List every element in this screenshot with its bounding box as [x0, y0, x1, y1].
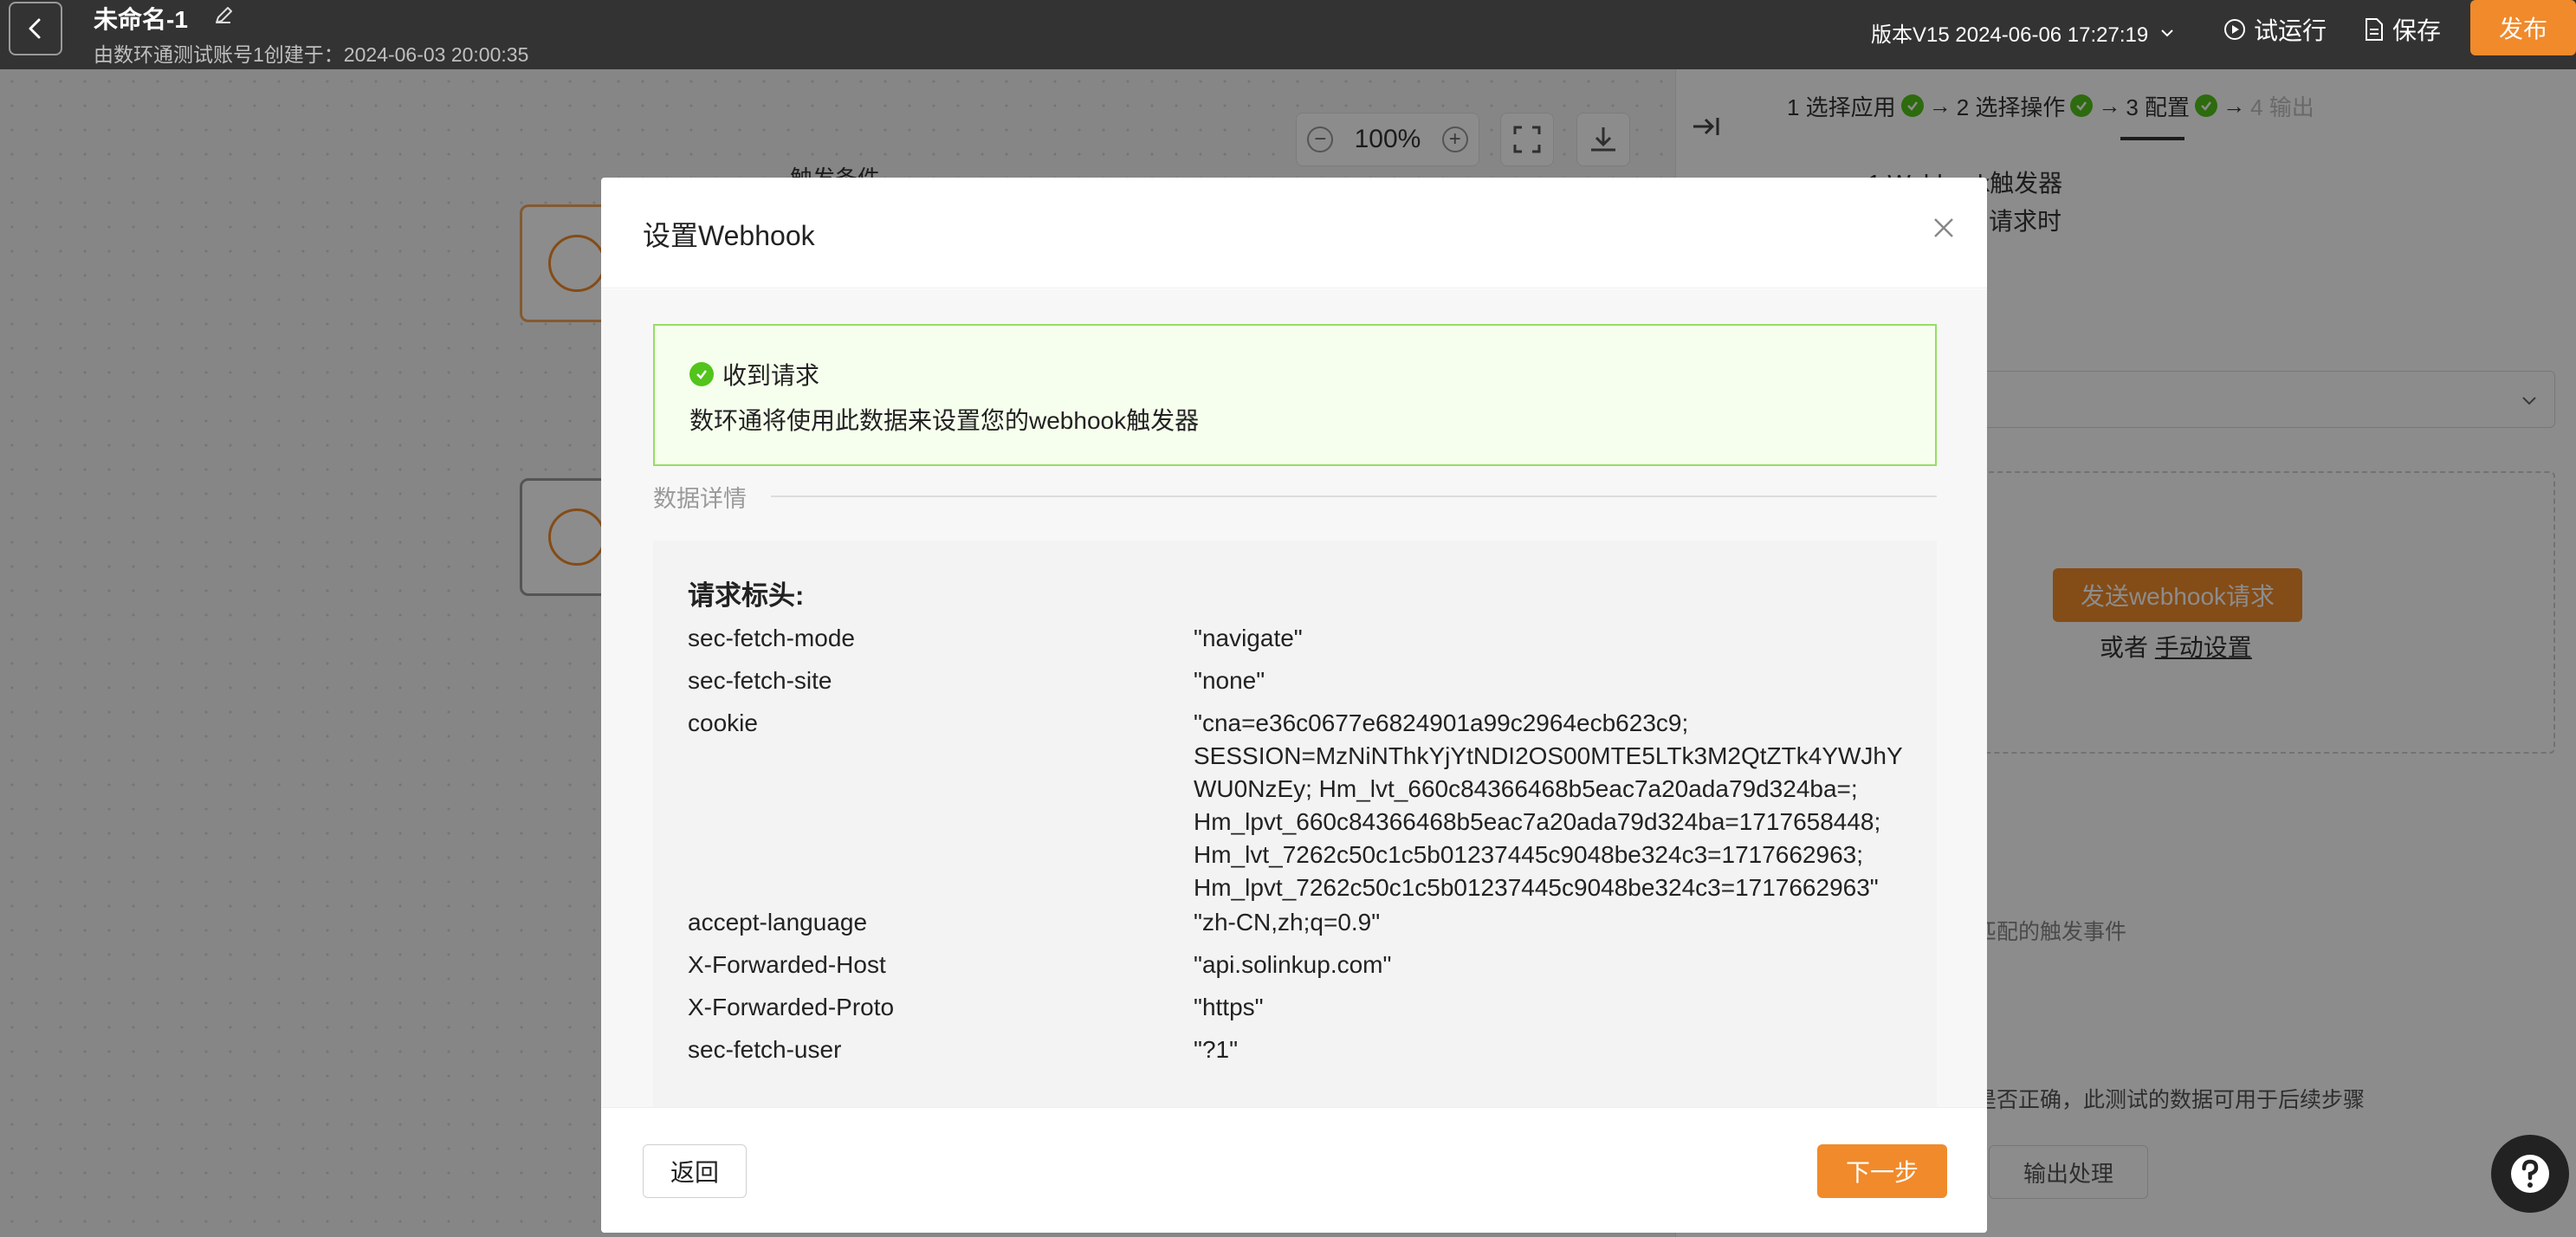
modal-body: 收到请求 数环通将使用此数据来设置您的webhook触发器 数据详情 请求标头:…: [601, 289, 1987, 1107]
header-value: "?1": [1194, 1036, 1239, 1063]
test-run-button[interactable]: 试运行: [2223, 12, 2327, 47]
save-button[interactable]: 保存: [2363, 12, 2441, 47]
header-value: "zh-CN,zh;q=0.9": [1194, 909, 1381, 936]
close-icon[interactable]: [1928, 212, 1959, 243]
header-value: "none": [1194, 667, 1265, 694]
header-key: sec-fetch-mode: [688, 625, 855, 651]
check-circle-icon: [689, 362, 714, 386]
back-button[interactable]: 返回: [643, 1144, 747, 1198]
help-button[interactable]: [2491, 1135, 2569, 1213]
data-details-label: 数据详情: [653, 480, 767, 514]
modal-header: 设置Webhook: [601, 178, 1987, 288]
success-title: 收到请求: [722, 362, 820, 389]
success-alert: 收到请求 数环通将使用此数据来设置您的webhook触发器: [653, 324, 1937, 466]
version-selector[interactable]: 版本V15 2024-06-06 17:27:19: [1871, 17, 2176, 48]
webhook-modal: 设置Webhook 收到请求 数环通将使用此数据来设置您的webhook触发器 …: [601, 178, 1987, 1233]
chevron-down-icon: [2161, 29, 2173, 36]
top-bar: 未命名-1 由数环通测试账号1创建于：2024-06-03 20:00:35 版…: [0, 0, 2576, 69]
request-headers-title: 请求标头:: [688, 580, 805, 611]
success-desc: 数环通将使用此数据来设置您的webhook触发器: [689, 407, 1200, 434]
app-name: 未命名-1: [94, 6, 188, 33]
publish-button[interactable]: 发布: [2470, 0, 2576, 55]
header-key: cookie: [688, 709, 758, 736]
play-circle-icon: [2224, 19, 2245, 40]
created-info: 由数环通测试账号1创建于：2024-06-03 20:00:35: [94, 43, 529, 66]
success-title-row: 收到请求: [689, 357, 819, 392]
divider-line: [771, 495, 1937, 497]
header-key: sec-fetch-site: [688, 667, 832, 694]
version-label: 版本V15 2024-06-06 17:27:19: [1871, 23, 2149, 47]
save-label: 保存: [2392, 17, 2442, 44]
header-key: accept-language: [688, 909, 868, 936]
back-arrow-button[interactable]: [9, 2, 62, 55]
modal-title: 设置Webhook: [643, 220, 815, 251]
request-details: 请求标头: sec-fetch-mode "navigate" sec-fetc…: [653, 541, 1937, 1107]
modal-footer: 返回 下一步: [601, 1107, 1987, 1233]
header-key: sec-fetch-user: [688, 1036, 842, 1063]
header-key: X-Forwarded-Host: [688, 951, 886, 978]
header-key: X-Forwarded-Proto: [688, 994, 895, 1020]
header-value: "cna=e36c0677e6824901a99c2964ecb623c9; S…: [1194, 709, 1903, 901]
header-value: "navigate": [1194, 625, 1303, 651]
document-icon: [2366, 18, 2383, 41]
next-step-button[interactable]: 下一步: [1817, 1144, 1947, 1198]
test-run-label: 试运行: [2254, 17, 2327, 44]
question-icon: [2511, 1155, 2549, 1193]
header-value: "api.solinkup.com": [1194, 951, 1392, 978]
pencil-icon[interactable]: [211, 3, 236, 28]
header-value: "https": [1194, 994, 1264, 1020]
chevron-left-icon: [29, 18, 41, 39]
